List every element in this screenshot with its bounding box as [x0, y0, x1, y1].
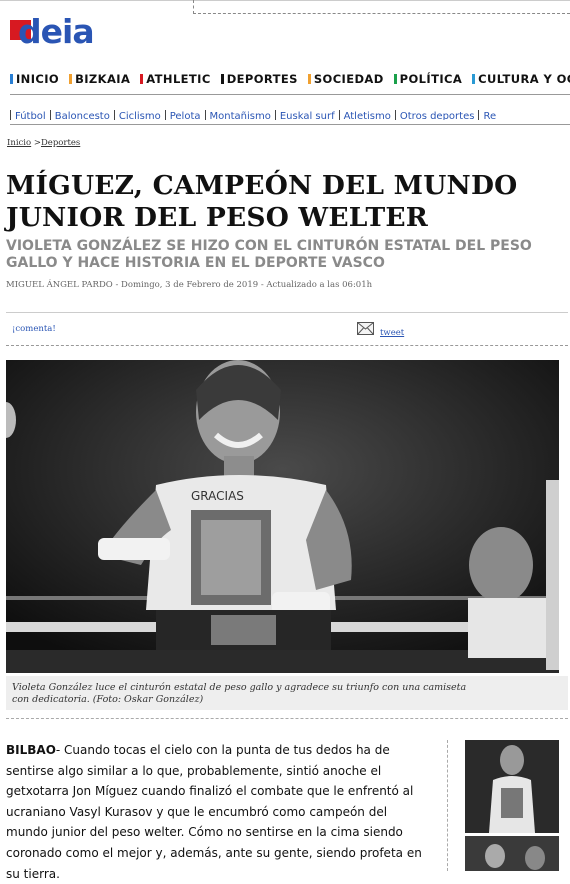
thumbnail-image — [465, 740, 559, 833]
sub-nav-item-1[interactable]: Baloncesto — [49, 110, 114, 120]
sub-nav-item-7[interactable]: Otros deportes — [394, 110, 479, 120]
main-nav-label: CULTURA Y OCIO — [478, 72, 570, 84]
breadcrumb-separator: > — [33, 138, 41, 148]
main-nav-item-5[interactable]: POLÍTICA — [393, 71, 463, 84]
main-nav-label: SOCIEDAD — [313, 72, 384, 84]
article-title: MÍGUEZ, CAMPEÓN DEL MUNDO JUNIOR DEL PES… — [6, 170, 518, 233]
tweet-link[interactable]: tweet — [380, 328, 404, 338]
main-nav-label: BIZKAIA — [75, 72, 131, 84]
nav-divider — [10, 94, 570, 95]
related-photo-thumbnail-2[interactable] — [465, 836, 559, 871]
boxer-photo-illustration: GRACIAS — [6, 360, 559, 673]
subnav-divider — [10, 124, 570, 125]
sub-nav-item-6[interactable]: Atletismo — [338, 110, 395, 120]
site-logo[interactable]: deia — [18, 12, 95, 51]
main-nav: INICIO BIZKAIA ATHLETIC DEPORTES SOCIEDAD POL… — [10, 68, 570, 84]
main-nav-item-4[interactable]: SOCIEDAD — [307, 71, 384, 84]
article-byline: MIGUEL ÁNGEL PARDO - Domingo, 3 de Febre… — [6, 280, 373, 290]
breadcrumb: Inicio >Deportes — [7, 138, 80, 148]
body-dateline: BILBAO — [6, 743, 56, 757]
breadcrumb-section-link[interactable]: Deportes — [41, 138, 80, 148]
column-divider — [447, 740, 449, 871]
sub-nav-item-5[interactable]: Euskal surf — [274, 110, 339, 120]
sub-nav-item-8[interactable]: Re — [478, 110, 500, 120]
nav-color-marker — [69, 74, 73, 84]
article-subtitle: VIOLETA GONZÁLEZ SE HIZO CON EL CINTURÓN… — [6, 238, 532, 271]
main-nav-item-3[interactable]: DEPORTES — [220, 71, 298, 84]
article-body: BILBAO- Cuando tocas el cielo con la pun… — [6, 740, 426, 884]
nav-color-marker — [393, 74, 397, 84]
thumbnail-image-2 — [465, 836, 559, 871]
main-nav-item-1[interactable]: BIZKAIA — [69, 71, 130, 84]
main-nav-item-6[interactable]: CULTURA Y OCIO — [472, 71, 570, 84]
caption-divider — [6, 717, 568, 719]
nav-color-marker — [307, 74, 311, 84]
breadcrumb-home-link[interactable]: Inicio — [7, 138, 31, 148]
nav-color-marker — [10, 74, 13, 84]
nav-color-marker — [140, 74, 144, 84]
comment-link[interactable]: ¡comenta! — [12, 324, 56, 334]
sub-nav-item-0[interactable]: Fútbol — [10, 110, 50, 120]
article-photo: GRACIAS — [6, 360, 559, 673]
body-paragraph: - Cuando tocas el cielo con la punta de … — [6, 743, 422, 881]
sub-nav: Fútbol Baloncesto Ciclismo Pelota Montañismo… — [10, 104, 570, 120]
shirt-text: GRACIAS — [191, 489, 244, 503]
banner-placeholder — [193, 0, 570, 14]
main-nav-label: POLÍTICA — [399, 72, 463, 84]
main-nav-label: DEPORTES — [226, 72, 298, 84]
main-nav-label: ATHLETIC — [146, 72, 211, 84]
sub-nav-item-4[interactable]: Montañismo — [204, 110, 275, 120]
main-nav-label: INICIO — [16, 72, 60, 84]
main-nav-item-2[interactable]: ATHLETIC — [140, 71, 210, 84]
nav-color-marker — [472, 74, 476, 84]
photo-caption: Violeta González luce el cinturón estata… — [12, 682, 467, 705]
sub-nav-item-3[interactable]: Pelota — [164, 110, 205, 120]
nav-color-marker — [220, 74, 224, 84]
share-toolbar — [6, 312, 568, 346]
main-nav-item-0[interactable]: INICIO — [10, 71, 59, 84]
sub-nav-item-2[interactable]: Ciclismo — [113, 110, 165, 120]
related-photo-thumbnail[interactable] — [465, 740, 559, 833]
mail-icon[interactable] — [357, 322, 374, 335]
